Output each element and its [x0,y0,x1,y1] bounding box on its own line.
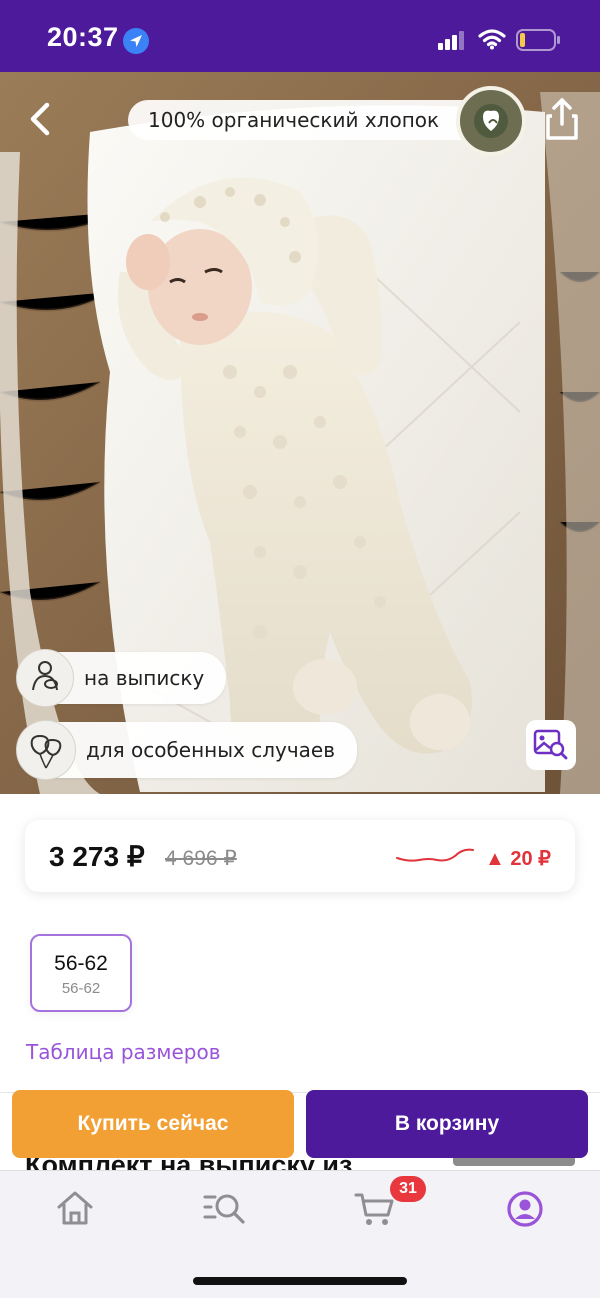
price-change: ▲ 20 ₽ [485,848,551,870]
cart-icon [354,1193,394,1225]
buy-now-button[interactable]: Купить сейчас [12,1090,294,1158]
size-option-label: 56-62 [54,952,108,975]
mother-baby-icon [16,649,74,707]
tab-catalog[interactable] [195,1189,255,1233]
size-option-56-62[interactable]: 56-62 56-62 [30,934,132,1012]
price-history-sparkline [396,848,474,862]
catalog-search-icon [203,1194,245,1224]
status-bar: 20:37 [0,0,600,72]
tab-profile[interactable] [495,1189,555,1233]
cart-count-badge: 31 [390,1176,426,1202]
gots-logo [465,95,517,147]
organic-cotton-label: 100% органический хлопок [148,108,440,132]
size-table-link[interactable]: Таблица размеров [26,1040,221,1064]
home-icon [57,1191,93,1225]
product-gallery[interactable]: 100% органический хлопок на выписку для … [0,72,600,794]
location-arrow-icon [123,28,149,54]
home-indicator [193,1277,407,1285]
battery-icon [516,29,560,51]
profile-icon [507,1191,543,1227]
organic-textile-seal-icon [456,86,526,156]
chevron-left-icon [30,102,50,136]
cellular-signal-icon [438,31,464,50]
back-button[interactable] [18,94,62,144]
tag-discharge-label: на выписку [84,666,205,690]
tab-home[interactable] [45,1189,105,1233]
share-icon [546,98,578,140]
old-price: 4 696 ₽ [165,847,237,870]
balloons-icon [16,720,76,780]
tag-special-occasions-label: для особенных случаев [86,738,336,762]
tag-special-occasions[interactable]: для особенных случаев [16,720,358,780]
price-card[interactable]: 3 273 ₽ 4 696 ₽ ▲ 20 ₽ [25,820,575,892]
wifi-icon [478,29,506,50]
image-search-button[interactable] [526,720,576,770]
tag-discharge[interactable]: на выписку [16,649,227,707]
image-search-icon [533,729,568,760]
share-button[interactable] [540,94,584,144]
add-to-cart-button[interactable]: В корзину [306,1090,588,1158]
status-time: 20:37 [47,22,119,52]
current-price: 3 273 ₽ [49,841,145,872]
size-option-sublabel: 56-62 [61,980,101,997]
